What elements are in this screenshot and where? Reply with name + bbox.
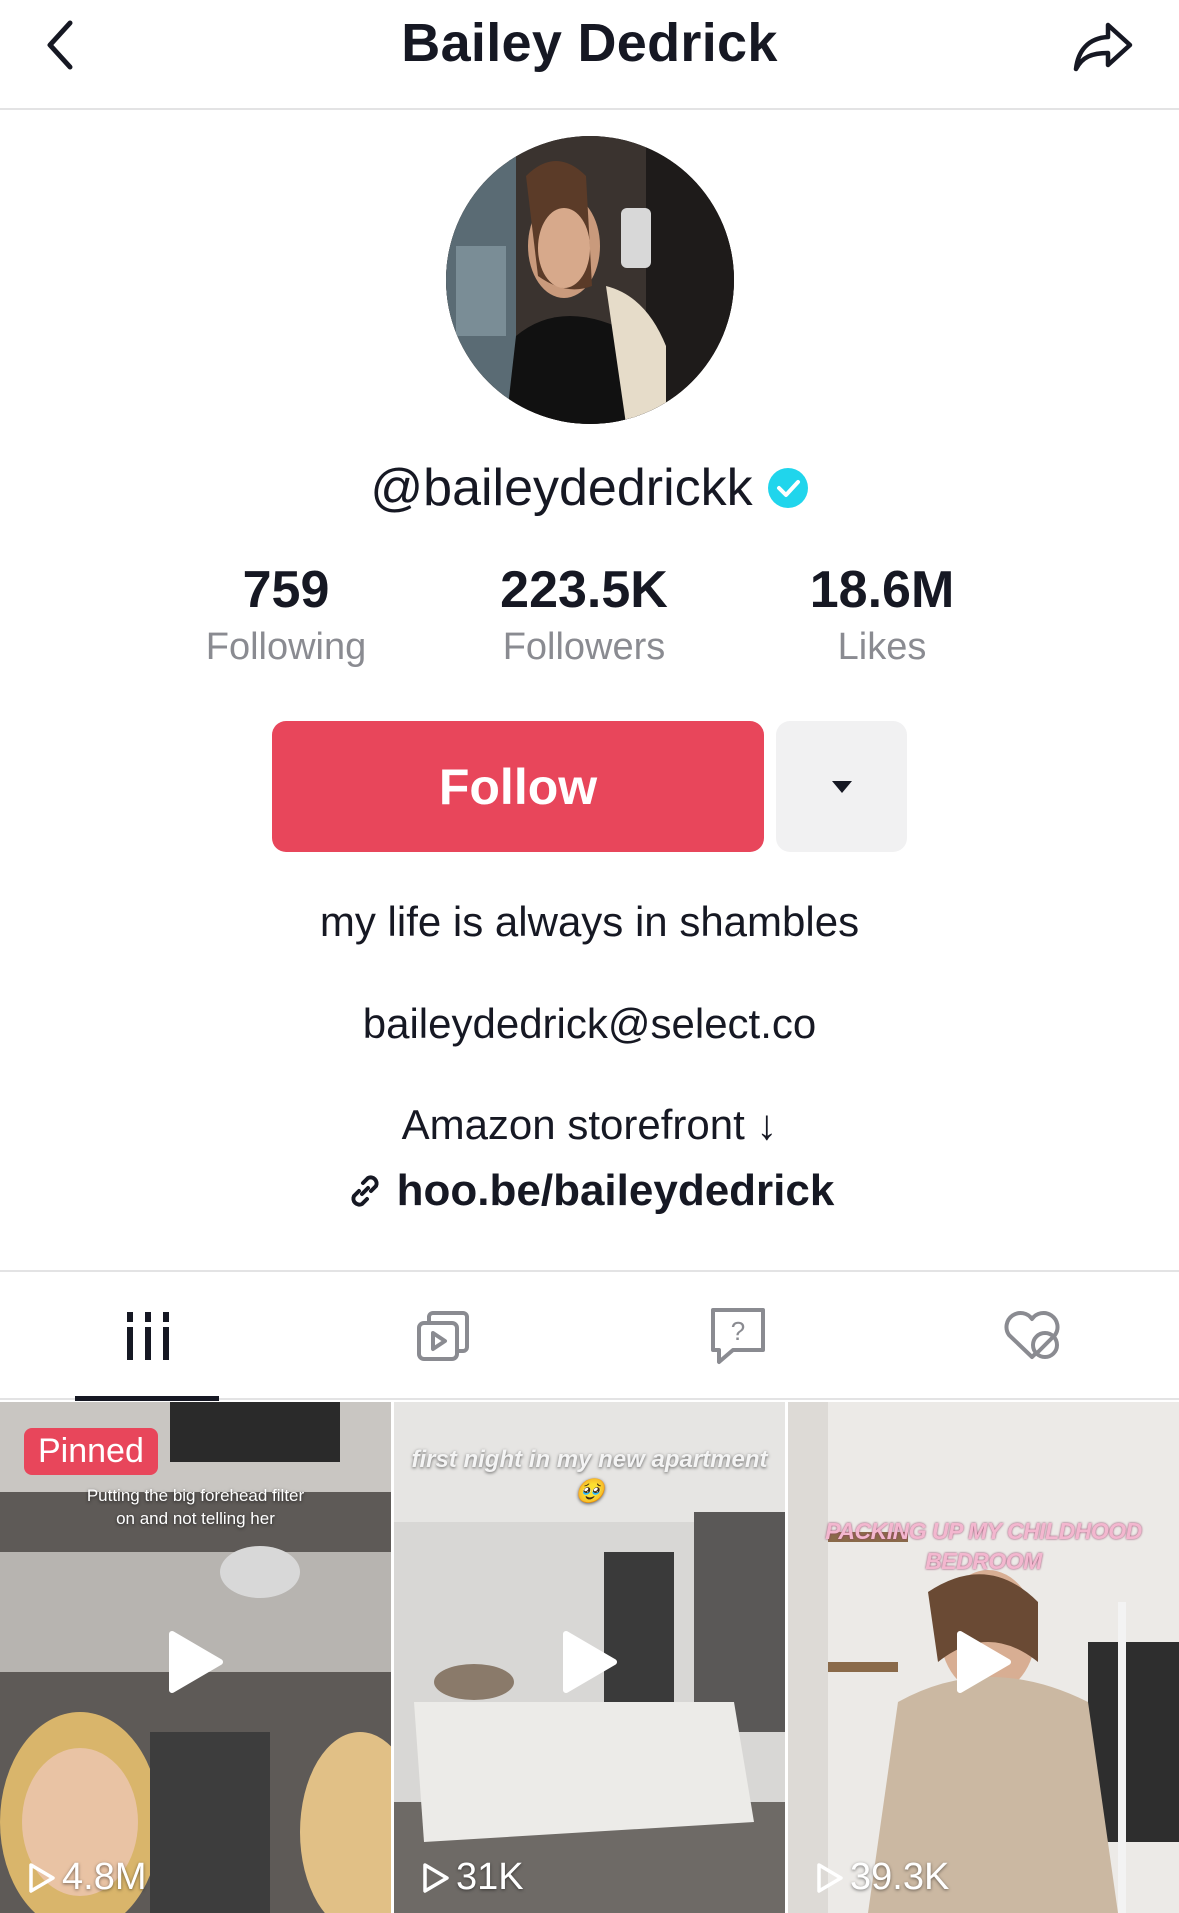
bio-email: baileydedrick@select.co bbox=[362, 1000, 817, 1047]
link-icon bbox=[351, 1175, 379, 1207]
followers-stat[interactable]: 223.5K Followers bbox=[464, 560, 704, 669]
play-outline-icon bbox=[817, 1862, 843, 1893]
bio-storefront: Amazon storefront ↓ bbox=[401, 1101, 778, 1148]
play-outline-icon bbox=[29, 1862, 55, 1893]
play-icon bbox=[563, 1631, 617, 1693]
bio-text: my life is always in shambles bbox=[319, 898, 860, 945]
video-caption: first night in my new apartment 🥹 bbox=[411, 1446, 768, 1505]
profile-stats: 759 Following 223.5K Followers 18.6M Lik… bbox=[0, 560, 1179, 680]
top-bar: Bailey Dedrick bbox=[0, 0, 1179, 110]
handle-row: @baileydedrickk bbox=[0, 458, 1179, 518]
caret-down-icon bbox=[831, 780, 852, 793]
bio-link[interactable]: hoo.be/baileydedrick bbox=[0, 1166, 1179, 1216]
video-caption: PACKING UP MY CHILDHOOD BEDROOM bbox=[825, 1518, 1142, 1574]
view-count-value: 39.3K bbox=[850, 1856, 950, 1898]
tab-reposts[interactable] bbox=[295, 1272, 590, 1400]
tab-liked[interactable] bbox=[884, 1272, 1179, 1400]
video-tile[interactable]: Pinned Putting the big forehead filter o… bbox=[0, 1402, 391, 1913]
share-arrow-icon bbox=[1073, 22, 1133, 72]
tab-videos[interactable] bbox=[0, 1272, 295, 1400]
video-tile[interactable]: PACKING UP MY CHILDHOOD BEDROOM 39.3K bbox=[788, 1402, 1179, 1913]
avatar[interactable] bbox=[446, 136, 734, 424]
play-outline-icon bbox=[423, 1862, 449, 1893]
view-count-value: 4.8M bbox=[62, 1856, 147, 1898]
followers-label: Followers bbox=[502, 626, 666, 668]
question-bubble-icon: ? bbox=[710, 1308, 765, 1364]
reposts-icon bbox=[416, 1311, 469, 1361]
view-count: 31K bbox=[422, 1856, 524, 1899]
video-caption: Putting the big forehead filter on and n… bbox=[86, 1486, 305, 1528]
suggested-accounts-button[interactable] bbox=[776, 721, 907, 852]
play-icon bbox=[169, 1631, 223, 1693]
view-count: 39.3K bbox=[816, 1856, 949, 1899]
share-button[interactable] bbox=[1067, 16, 1139, 78]
video-grid: Pinned Putting the big forehead filter o… bbox=[0, 1402, 1179, 1913]
following-count: 759 bbox=[242, 561, 330, 619]
following-stat[interactable]: 759 Following bbox=[166, 560, 406, 669]
verified-badge-icon bbox=[767, 467, 809, 509]
play-icon bbox=[957, 1631, 1011, 1693]
liked-hidden-icon bbox=[1004, 1311, 1059, 1359]
video-tile[interactable]: first night in my new apartment 🥹 31K bbox=[394, 1402, 785, 1913]
likes-label: Likes bbox=[837, 626, 927, 668]
link-text: hoo.be/baileydedrick bbox=[396, 1166, 835, 1215]
svg-text:?: ? bbox=[730, 1316, 744, 1346]
likes-stat[interactable]: 18.6M Likes bbox=[762, 560, 1002, 669]
username-handle: @baileydedrickk bbox=[370, 459, 753, 517]
page-title: Bailey Dedrick bbox=[401, 13, 778, 73]
pinned-badge: Pinned bbox=[24, 1428, 158, 1475]
following-label: Following bbox=[205, 626, 367, 668]
videos-grid-icon bbox=[126, 1312, 169, 1360]
content-tabs: ? bbox=[0, 1270, 1179, 1401]
tab-questions[interactable]: ? bbox=[590, 1272, 885, 1400]
view-count: 4.8M bbox=[28, 1856, 146, 1899]
followers-count: 223.5K bbox=[500, 561, 668, 619]
follow-button[interactable]: Follow bbox=[272, 721, 764, 852]
likes-count: 18.6M bbox=[809, 561, 955, 619]
view-count-value: 31K bbox=[456, 1856, 524, 1898]
active-tab-indicator bbox=[75, 1396, 219, 1401]
